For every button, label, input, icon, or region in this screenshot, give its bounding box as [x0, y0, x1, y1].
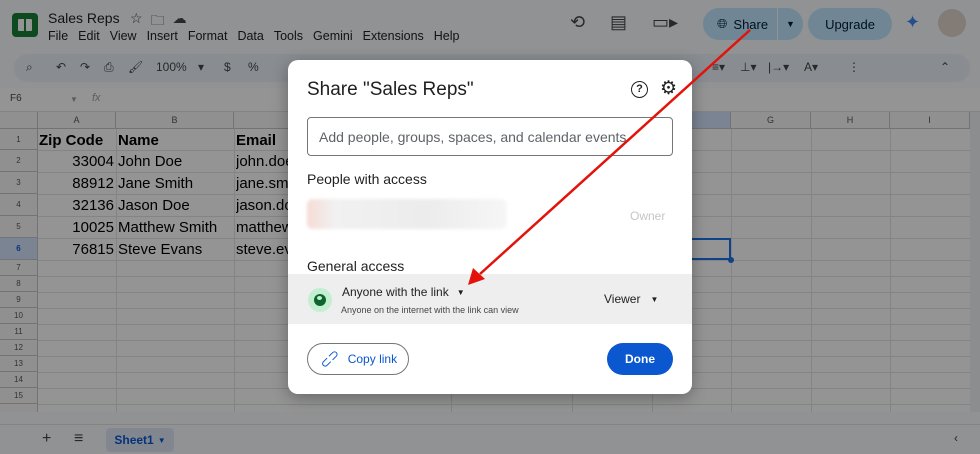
role-caret-icon[interactable]: ▼	[650, 295, 658, 304]
globe-icon	[308, 288, 332, 312]
link-access-label: Anyone with the link	[342, 285, 449, 299]
owner-role-label: Owner	[630, 209, 666, 223]
link-access-caret-icon[interactable]: ▼	[457, 288, 465, 297]
owner-user-entry	[307, 199, 507, 229]
role-label: Viewer	[604, 292, 641, 306]
help-icon[interactable]: ?	[631, 81, 648, 98]
role-dropdown[interactable]: Viewer ▼	[604, 292, 658, 306]
general-access-row: Anyone with the link ▼ Anyone on the int…	[288, 274, 692, 324]
done-button[interactable]: Done	[607, 343, 673, 375]
copy-link-button[interactable]: ⊂⊃ Copy link	[307, 343, 409, 375]
gear-icon[interactable]: ⚙	[660, 77, 677, 100]
copy-link-label: Copy link	[347, 352, 398, 366]
people-with-access-heading: People with access	[307, 171, 427, 187]
add-people-input[interactable]: Add people, groups, spaces, and calendar…	[307, 117, 673, 156]
link-access-dropdown[interactable]: Anyone with the link ▼	[342, 285, 465, 299]
link-access-description: Anyone on the internet with the link can…	[341, 305, 519, 315]
dialog-title: Share "Sales Reps"	[307, 79, 474, 100]
share-dialog: Share "Sales Reps" ? ⚙ Add people, group…	[288, 60, 692, 394]
link-icon: ⊂⊃	[316, 345, 343, 372]
general-access-heading: General access	[307, 258, 405, 274]
